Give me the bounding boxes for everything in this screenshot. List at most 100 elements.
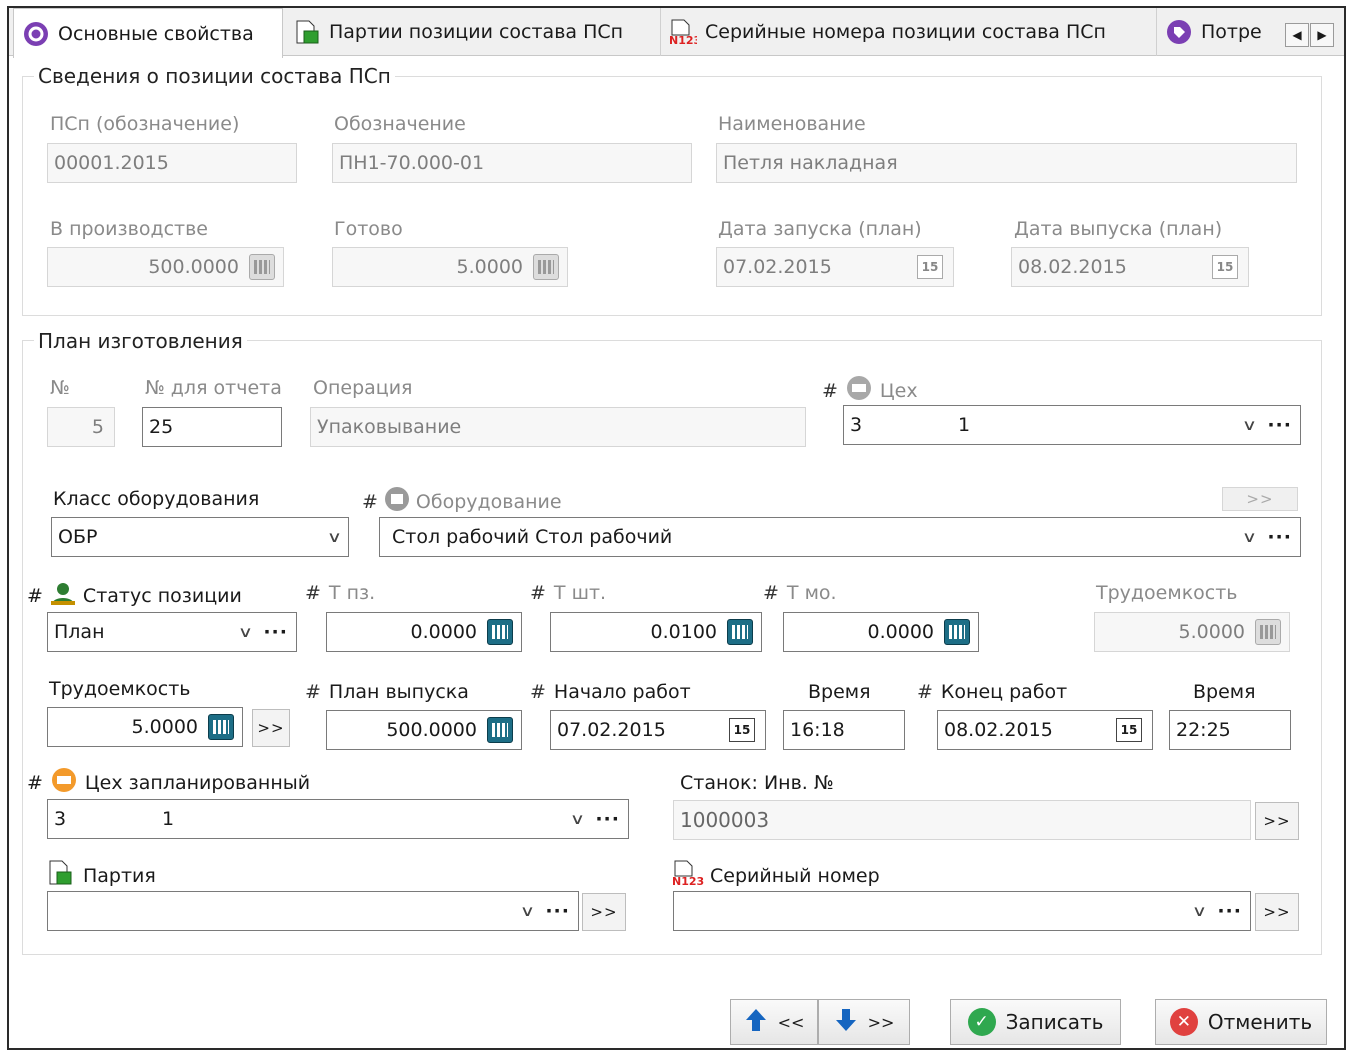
equipment-more-button[interactable]: >>	[1222, 487, 1298, 511]
tsht-input[interactable]: 0.0100	[550, 612, 762, 652]
report-number-label: № для отчета	[145, 377, 282, 399]
work-end-label: Конец работ	[917, 681, 1067, 703]
chevron-down-icon[interactable]: ∨	[238, 623, 253, 641]
previous-record-button[interactable]: <<	[730, 999, 818, 1045]
shop-code: 3	[850, 414, 863, 436]
machine-more-button[interactable]: >>	[1255, 802, 1299, 840]
chevron-down-icon[interactable]: ∨	[327, 528, 342, 546]
equipment-class-label: Класс оборудования	[53, 488, 260, 510]
calculator-icon[interactable]	[727, 619, 753, 645]
calculator-icon[interactable]	[487, 717, 513, 743]
release-plan-input[interactable]: 500.0000	[326, 710, 522, 750]
serial-icon: N123	[669, 18, 697, 46]
launch-date-field: 07.02.2015 15	[716, 247, 954, 287]
serial-icon: N123	[672, 860, 706, 891]
more-icon[interactable]: ···	[263, 621, 288, 643]
calendar-icon: 15	[1212, 255, 1238, 279]
work-start-label: Начало работ	[530, 681, 691, 703]
batch-icon	[47, 860, 77, 891]
next-label: >>	[867, 1012, 895, 1032]
operation-field: Упаковывание	[310, 407, 806, 447]
tag-icon	[1165, 18, 1193, 46]
planned-shop-label-text: Цех запланированный	[84, 771, 311, 794]
time-start-value: 16:18	[790, 719, 845, 741]
more-icon[interactable]: ···	[595, 808, 620, 830]
calculator-icon	[1255, 619, 1281, 645]
tab-serial-numbers[interactable]: N123 Серийные номера позиции состава ПСп	[661, 8, 1157, 56]
planned-shop-value: 1	[162, 808, 175, 830]
calculator-icon[interactable]	[208, 714, 234, 740]
labor-readonly-value: 5.0000	[1178, 621, 1245, 643]
name-label: Наименование	[718, 113, 866, 135]
release-date-field: 08.02.2015 15	[1011, 247, 1249, 287]
time-start-label: Время	[808, 681, 871, 703]
arrow-up-icon	[744, 1007, 768, 1038]
calculator-icon[interactable]	[944, 619, 970, 645]
chevron-down-icon[interactable]: ∨	[1242, 416, 1257, 434]
work-start-input[interactable]: 07.02.2015 15	[550, 710, 766, 750]
shop-select[interactable]: 3 1 ∨ ···	[843, 405, 1301, 445]
equipment-class-select[interactable]: ОБР ∨	[51, 517, 349, 557]
serial-number-label-text: Серийный номер	[710, 864, 880, 887]
release-plan-label: План выпуска	[305, 681, 469, 703]
tsht-label: Т шт.	[530, 582, 606, 604]
launch-date-value: 07.02.2015	[723, 256, 832, 278]
time-end-input[interactable]: 22:25	[1169, 710, 1291, 750]
save-button[interactable]: ✓ Записать	[950, 999, 1121, 1045]
calendar-icon[interactable]: 15	[729, 718, 755, 742]
tab-bar: Основные свойства Партии позиции состава…	[9, 8, 1344, 58]
planned-shop-select[interactable]: 3 1 ∨ ···	[47, 799, 629, 839]
calculator-icon	[533, 254, 559, 280]
report-number-input[interactable]: 25	[142, 407, 282, 447]
psp-value: 00001.2015	[54, 152, 169, 174]
labor-input[interactable]: 5.0000	[47, 707, 243, 747]
tab-batches[interactable]: Партии позиции состава ПСп	[285, 8, 661, 56]
calendar-icon[interactable]: 15	[1116, 718, 1142, 742]
serial-number-select[interactable]: ∨ ···	[673, 891, 1251, 931]
equipment-select[interactable]: Стол рабочий Стол рабочий ∨ ···	[379, 517, 1301, 557]
required-mark: #	[27, 771, 43, 794]
status-select[interactable]: План ∨ ···	[47, 612, 297, 652]
more-icon[interactable]: ···	[1267, 414, 1292, 436]
cancel-button[interactable]: ✕ Отменить	[1155, 999, 1327, 1045]
next-record-button[interactable]: >>	[818, 999, 910, 1045]
arrow-left-icon: ◀	[1292, 28, 1302, 42]
labor-more-button[interactable]: >>	[252, 709, 290, 747]
tpz-label: Т пз.	[305, 582, 375, 604]
work-end-input[interactable]: 08.02.2015 15	[937, 710, 1153, 750]
operation-value: Упаковывание	[317, 416, 462, 438]
batch-select[interactable]: ∨ ···	[47, 891, 579, 931]
cancel-label: Отменить	[1207, 1010, 1313, 1034]
equipment-label-text: Оборудование	[415, 490, 562, 513]
required-mark: #	[362, 490, 378, 513]
tab-requirements[interactable]: Потре	[1157, 8, 1285, 56]
time-start-input[interactable]: 16:18	[783, 710, 905, 750]
batch-more-button[interactable]: >>	[582, 893, 626, 931]
calculator-icon[interactable]	[487, 619, 513, 645]
tpz-input[interactable]: 0.0000	[326, 612, 522, 652]
chevron-down-icon[interactable]: ∨	[1242, 528, 1257, 546]
tab-scroll-right-button[interactable]: ▶	[1310, 23, 1334, 47]
tab-scroll-left-button[interactable]: ◀	[1285, 23, 1309, 47]
tab-main-properties[interactable]: Основные свойства	[13, 8, 283, 58]
shop-label: # Цех	[822, 375, 918, 406]
user-icon	[49, 580, 77, 611]
prev-label: <<	[777, 1012, 805, 1032]
serial-number-more-button[interactable]: >>	[1255, 893, 1299, 931]
launch-date-label: Дата запуска (план)	[718, 218, 922, 240]
in-production-label: В производстве	[50, 218, 208, 240]
tmo-input[interactable]: 0.0000	[783, 612, 979, 652]
labor-readonly-label: Трудоемкость	[1096, 582, 1238, 604]
more-icon[interactable]: ···	[1217, 900, 1242, 922]
in-production-field: 500.0000	[47, 247, 284, 287]
psp-field: 00001.2015	[47, 143, 297, 183]
machine-inventory-field: 1000003	[673, 800, 1251, 840]
chevron-down-icon[interactable]: ∨	[1192, 902, 1207, 920]
chevron-down-icon[interactable]: ∨	[570, 810, 585, 828]
status-value: План	[54, 621, 105, 643]
name-value: Петля накладная	[723, 152, 898, 174]
chevron-down-icon[interactable]: ∨	[520, 902, 535, 920]
more-icon[interactable]: ···	[545, 900, 570, 922]
status-label: # Статус позиции	[27, 580, 242, 611]
more-icon[interactable]: ···	[1267, 526, 1292, 548]
